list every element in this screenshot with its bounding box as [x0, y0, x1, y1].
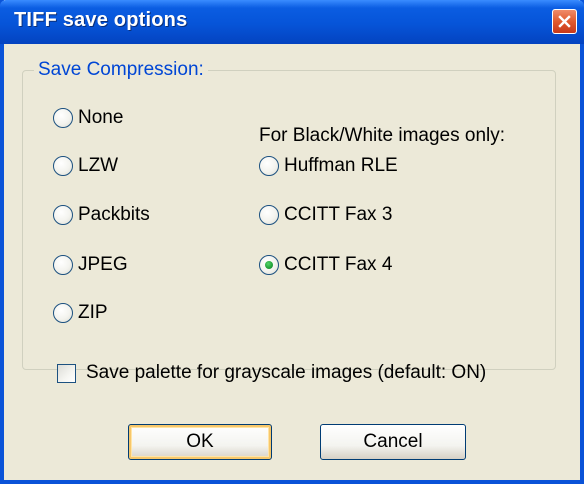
radio-packbits[interactable]: Packbits: [53, 204, 150, 226]
radio-circle[interactable]: [53, 255, 73, 275]
checkbox-label: Save palette for grayscale images (defau…: [86, 362, 487, 383]
radio-ccitt-fax-4[interactable]: CCITT Fax 4: [259, 254, 392, 276]
radio-label: ZIP: [78, 302, 108, 323]
radio-circle[interactable]: [259, 156, 279, 176]
checkbox-box[interactable]: [57, 363, 76, 383]
radio-jpeg[interactable]: JPEG: [53, 254, 128, 276]
title-bar[interactable]: TIFF save options: [0, 0, 584, 44]
group-label: Save Compression:: [34, 59, 208, 81]
radio-label: Huffman RLE: [284, 155, 398, 176]
radio-label: CCITT Fax 4: [284, 254, 393, 275]
radio-selected-dot: [265, 261, 273, 269]
radio-ccitt-fax-3[interactable]: CCITT Fax 3: [259, 204, 392, 226]
close-button[interactable]: [552, 9, 577, 34]
radio-huffman-rle[interactable]: Huffman RLE: [259, 155, 398, 177]
radio-circle[interactable]: [53, 205, 73, 225]
radio-zip[interactable]: ZIP: [53, 302, 108, 324]
radio-circle[interactable]: [53, 303, 73, 323]
radio-label: LZW: [78, 155, 119, 176]
window-title: TIFF save options: [14, 9, 188, 31]
radio-label: JPEG: [78, 254, 128, 275]
radio-circle[interactable]: [259, 255, 279, 275]
save-palette-checkbox[interactable]: Save palette for grayscale images (defau…: [57, 362, 486, 384]
close-icon: [558, 15, 571, 28]
cancel-button[interactable]: Cancel: [320, 424, 466, 460]
bw-only-label: For Black/White images only:: [259, 125, 506, 146]
radio-label: None: [78, 107, 124, 128]
radio-circle[interactable]: [53, 108, 73, 128]
radio-lzw[interactable]: LZW: [53, 155, 118, 177]
radio-none[interactable]: None: [53, 107, 123, 129]
radio-circle[interactable]: [259, 205, 279, 225]
radio-label: CCITT Fax 3: [284, 204, 393, 225]
radio-circle[interactable]: [53, 156, 73, 176]
radio-label: Packbits: [78, 204, 150, 225]
ok-button[interactable]: OK: [128, 424, 272, 460]
